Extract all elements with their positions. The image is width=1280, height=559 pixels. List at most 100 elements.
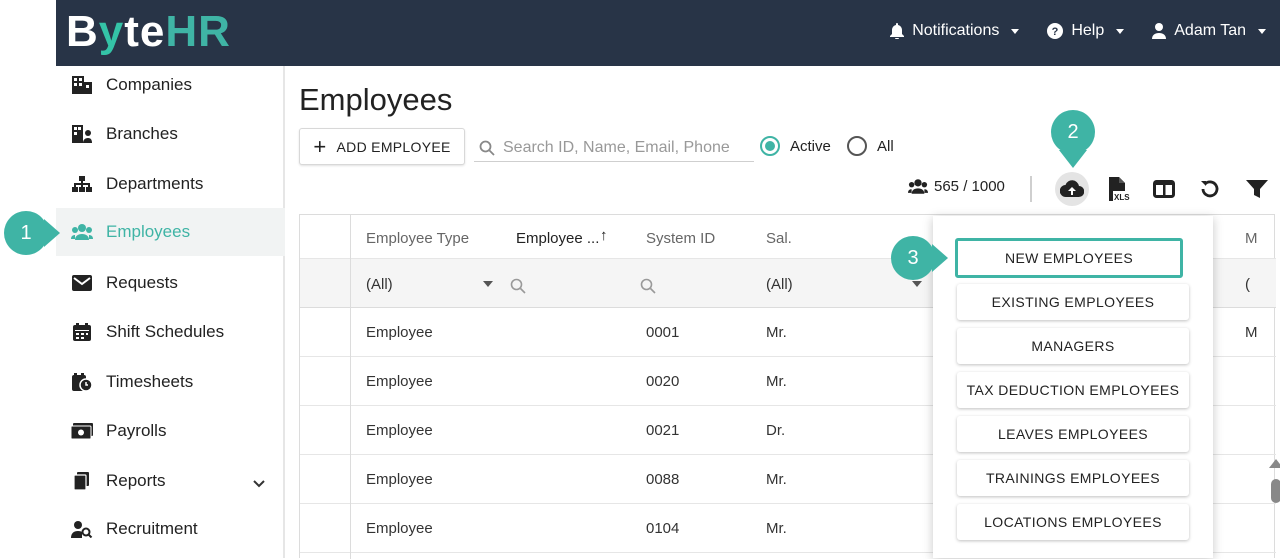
sidebar-item-label: Requests	[106, 273, 178, 292]
vertical-scrollbar[interactable]	[1266, 459, 1280, 519]
step-marker-3: 3	[891, 236, 935, 280]
column-header[interactable]: Sal.	[766, 230, 792, 247]
search-icon[interactable]	[640, 278, 656, 294]
search-box	[474, 134, 754, 162]
step-marker-arrow	[1059, 150, 1087, 168]
sidebar-item-label: Shift Schedules	[106, 322, 225, 341]
sidebar-item-branches[interactable]: Branches	[56, 110, 285, 158]
menu-item-existing-employees[interactable]: EXISTING EMPLOYEES	[957, 284, 1189, 320]
column-header[interactable]: Employee Type	[366, 230, 469, 247]
users-icon	[908, 179, 928, 194]
radio-all-label: All	[877, 137, 894, 155]
grid-column-divider	[350, 215, 351, 559]
filter-icon	[1246, 180, 1268, 198]
table-cell: Mr.	[766, 324, 787, 341]
filter-select[interactable]: (All)	[366, 276, 393, 293]
menu-item-leaves-employees[interactable]: LEAVES EMPLOYEES	[957, 416, 1189, 452]
import-menu: NEW EMPLOYEES EXISTING EMPLOYEES MANAGER…	[933, 216, 1213, 558]
columns-button[interactable]	[1147, 172, 1181, 206]
chevron-down-icon	[1258, 28, 1266, 34]
table-cell: Mr.	[766, 373, 787, 390]
table-cell: Employee	[366, 471, 433, 488]
sidebar-item-label: Reports	[106, 471, 166, 490]
sidebar-item-payrolls[interactable]: Payrolls	[56, 407, 285, 455]
plus-icon: +	[313, 133, 327, 159]
column-header[interactable]: System ID	[646, 230, 715, 247]
copy-icon	[70, 471, 94, 491]
sidebar-item-departments[interactable]: Departments	[56, 160, 285, 208]
filter-button[interactable]	[1240, 172, 1274, 206]
org-chart-icon	[70, 174, 94, 194]
column-header[interactable]: Employee ...	[516, 230, 599, 247]
step-marker-arrow	[44, 219, 60, 247]
top-bar: By te HR Notifications ? Help Adam Tan	[56, 0, 1280, 66]
sidebar-item-recruitment[interactable]: Recruitment	[56, 505, 285, 553]
import-button[interactable]	[1055, 172, 1089, 206]
filter-select[interactable]: (All)	[766, 276, 793, 293]
sidebar-item-label: Payrolls	[106, 421, 167, 440]
bytehr-logo[interactable]: By te HR	[66, 7, 231, 56]
user-icon	[1152, 23, 1167, 39]
scrollbar-thumb[interactable]	[1271, 479, 1280, 503]
sidebar-item-shift-schedules[interactable]: Shift Schedules	[56, 308, 285, 356]
sort-ascending-icon: ↑	[600, 227, 608, 244]
building-icon	[70, 75, 94, 95]
table-cell: Employee	[366, 520, 433, 537]
export-xls-button[interactable]: XLS	[1103, 172, 1137, 206]
sidebar-item-reports[interactable]: Reports	[56, 457, 285, 505]
scroll-up-arrow-icon[interactable]	[1269, 459, 1280, 469]
chevron-down-icon[interactable]	[912, 281, 922, 287]
radio-active[interactable]: Active	[760, 136, 831, 156]
step-marker-2: 2	[1051, 110, 1095, 154]
column-header[interactable]: M	[1245, 230, 1258, 247]
employee-count: 565 / 1000	[908, 178, 1005, 195]
table-cell: 0001	[646, 324, 680, 341]
chevron-down-icon	[1116, 28, 1125, 34]
chevron-down-icon	[1011, 28, 1020, 34]
step-marker-arrow	[932, 244, 948, 272]
table-cell: Employee	[366, 422, 433, 439]
sidebar-item-label: Companies	[106, 75, 192, 94]
add-employee-button[interactable]: + ADD EMPLOYEE	[299, 128, 465, 165]
menu-item-managers[interactable]: MANAGERS	[957, 328, 1189, 364]
search-icon	[479, 140, 495, 156]
sidebar-item-requests[interactable]: Requests	[56, 259, 285, 307]
table-cell: Employee	[366, 373, 433, 390]
svg-text:?: ?	[1052, 26, 1059, 38]
add-employee-label: ADD EMPLOYEE	[336, 138, 451, 155]
table-cell: 0021	[646, 422, 680, 439]
search-input[interactable]	[503, 138, 743, 157]
bell-icon	[890, 23, 905, 39]
sidebar-item-companies[interactable]: Companies	[56, 61, 285, 109]
question-circle-icon: ?	[1047, 23, 1064, 39]
svg-text:XLS: XLS	[1114, 193, 1130, 201]
menu-item-tax-deduction-employees[interactable]: TAX DEDUCTION EMPLOYEES	[957, 372, 1189, 408]
cloud-upload-icon	[1060, 180, 1084, 198]
help-menu[interactable]: ? Help	[1047, 22, 1125, 40]
reset-button[interactable]	[1193, 172, 1227, 206]
chevron-down-icon[interactable]	[483, 281, 493, 287]
menu-item-trainings-employees[interactable]: TRAININGS EMPLOYEES	[957, 460, 1189, 496]
filter-select[interactable]: (	[1245, 276, 1250, 293]
table-cell: Dr.	[766, 422, 786, 439]
menu-item-locations-employees[interactable]: LOCATIONS EMPLOYEES	[957, 504, 1189, 540]
search-icon[interactable]	[510, 278, 526, 294]
sidebar-item-timesheets[interactable]: Timesheets	[56, 358, 285, 406]
radio-all[interactable]: All	[847, 136, 894, 156]
radio-button-unchecked[interactable]	[847, 136, 867, 156]
page-title: Employees	[299, 82, 453, 117]
menu-item-new-employees[interactable]: NEW EMPLOYEES	[955, 238, 1183, 278]
table-cell: Mr.	[766, 520, 787, 537]
step-marker-1: 1	[4, 211, 48, 255]
chevron-down-icon	[253, 473, 265, 493]
sidebar-item-label: Timesheets	[106, 372, 194, 391]
radio-button-checked[interactable]	[760, 136, 780, 156]
sidebar-item-label: Employees	[106, 222, 191, 241]
notifications-menu[interactable]: Notifications	[890, 22, 1020, 40]
user-menu[interactable]: Adam Tan	[1152, 22, 1266, 40]
table-cell: Employee	[366, 324, 433, 341]
user-name: Adam Tan	[1174, 22, 1246, 39]
sidebar-item-employees[interactable]: Employees	[56, 208, 285, 256]
sidebar-item-label: Departments	[106, 174, 204, 193]
toolbar-divider	[1030, 176, 1032, 202]
